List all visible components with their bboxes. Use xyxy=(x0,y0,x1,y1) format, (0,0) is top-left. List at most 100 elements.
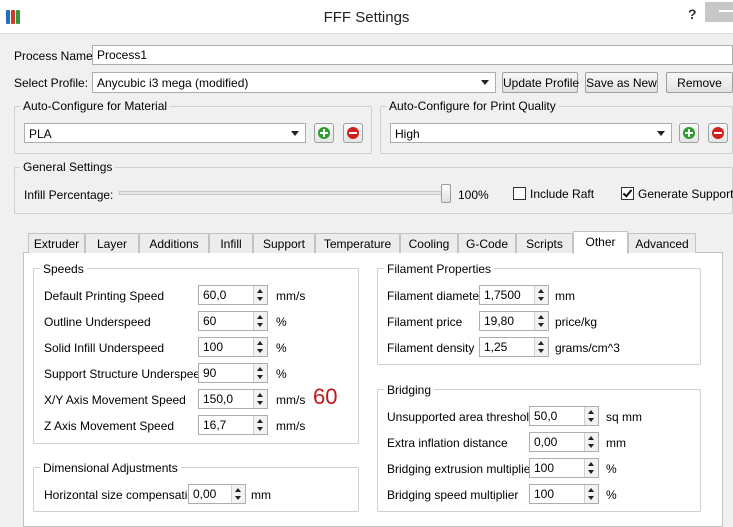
arrow-up-icon xyxy=(257,289,263,293)
arrow-up-icon xyxy=(538,289,544,293)
filament-price-label: Filament price xyxy=(387,315,463,329)
filament-price-value: 19,80 xyxy=(484,314,515,328)
quality-select[interactable]: High xyxy=(390,123,672,143)
spinner-buttons[interactable] xyxy=(253,286,267,304)
include-raft-label: Include Raft xyxy=(530,187,595,201)
default-printing-speed-input[interactable]: 60,0 xyxy=(198,285,268,305)
tab-gcode[interactable]: G-Code xyxy=(458,233,516,253)
arrow-up-icon xyxy=(588,488,594,492)
spinner-buttons[interactable] xyxy=(584,407,598,425)
tab-temperature[interactable]: Temperature xyxy=(315,233,400,253)
extra-inflation-distance-value: 0,00 xyxy=(534,435,558,449)
tab-layer[interactable]: Layer xyxy=(85,233,139,253)
arrow-down-icon xyxy=(257,323,263,327)
filament-diameter-input[interactable]: 1,7500 xyxy=(479,285,549,305)
outline-underspeed-input[interactable]: 60 xyxy=(198,311,268,331)
horizontal-size-compensation-value: 0,00 xyxy=(193,487,217,501)
tab-other[interactable]: Other xyxy=(573,231,628,254)
include-raft-checkbox[interactable] xyxy=(513,187,526,200)
unsupported-area-threshold-input[interactable]: 50,0 xyxy=(529,406,599,426)
tab-extruder[interactable]: Extruder xyxy=(28,233,85,253)
generate-support-label: Generate Support xyxy=(638,187,733,201)
z-axis-movement-speed-input[interactable]: 16,7 xyxy=(198,415,268,435)
infill-slider-handle[interactable] xyxy=(441,184,451,203)
unsupported-area-threshold-unit: sq mm xyxy=(606,410,642,424)
close-icon xyxy=(719,10,733,12)
spinner-buttons[interactable] xyxy=(231,485,245,503)
filament-density-input[interactable]: 1,25 xyxy=(479,337,549,357)
arrow-down-icon xyxy=(588,496,594,500)
arrow-down-icon xyxy=(257,427,263,431)
spinner-buttons[interactable] xyxy=(584,485,598,503)
select-profile-label: Select Profile: xyxy=(14,76,89,90)
spinner-buttons[interactable] xyxy=(584,433,598,451)
spinner-buttons[interactable] xyxy=(253,312,267,330)
arrow-down-icon xyxy=(588,444,594,448)
filament-density-unit: grams/cm^3 xyxy=(555,341,620,355)
outline-underspeed-unit: % xyxy=(276,315,287,329)
filament-density-label: Filament density xyxy=(387,341,475,355)
spinner-buttons[interactable] xyxy=(253,416,267,434)
tab-advanced[interactable]: Advanced xyxy=(628,233,696,253)
horizontal-size-compensation-label: Horizontal size compensation xyxy=(44,488,201,502)
infill-slider-track[interactable] xyxy=(119,191,451,195)
chevron-down-icon xyxy=(657,131,665,136)
profile-select[interactable]: Anycubic i3 mega (modified) xyxy=(92,72,496,93)
extra-inflation-distance-input[interactable]: 0,00 xyxy=(529,432,599,452)
remove-material-button[interactable] xyxy=(343,123,363,143)
spinner-buttons[interactable] xyxy=(253,338,267,356)
extra-inflation-distance-unit: mm xyxy=(606,436,626,450)
tab-scripts[interactable]: Scripts xyxy=(516,233,573,253)
arrow-down-icon xyxy=(538,323,544,327)
default-printing-speed-unit: mm/s xyxy=(276,289,306,303)
solid-infill-underspeed-unit: % xyxy=(276,341,287,355)
bridging-speed-multiplier-input[interactable]: 100 xyxy=(529,484,599,504)
spinner-buttons[interactable] xyxy=(584,459,598,477)
arrow-up-icon xyxy=(538,341,544,345)
add-material-button[interactable] xyxy=(314,123,334,143)
unsupported-area-threshold-value: 50,0 xyxy=(534,409,558,423)
window-title: FFF Settings xyxy=(323,9,410,26)
remove-quality-button[interactable] xyxy=(708,123,728,143)
material-group-title: Auto-Configure for Material xyxy=(20,99,171,113)
filament-title: Filament Properties xyxy=(384,262,495,276)
bridging-speed-multiplier-label: Bridging speed multiplier xyxy=(387,488,519,502)
add-quality-button[interactable] xyxy=(679,123,699,143)
spinner-buttons[interactable] xyxy=(534,286,548,304)
spinner-buttons[interactable] xyxy=(534,338,548,356)
bridging-title: Bridging xyxy=(384,383,435,397)
arrow-up-icon xyxy=(588,462,594,466)
bridging-speed-multiplier-value: 100 xyxy=(534,487,555,501)
material-select[interactable]: PLA xyxy=(24,123,306,143)
help-button[interactable]: ? xyxy=(688,6,697,22)
tab-infill[interactable]: Infill xyxy=(209,233,253,253)
close-button[interactable] xyxy=(705,2,733,22)
support-structure-underspeed-input[interactable]: 90 xyxy=(198,363,268,383)
remove-profile-button[interactable]: Remove xyxy=(666,72,733,93)
process-name-input[interactable]: Process1 xyxy=(92,45,733,65)
solid-infill-underspeed-input[interactable]: 100 xyxy=(198,337,268,357)
spinner-buttons[interactable] xyxy=(253,364,267,382)
spinner-buttons[interactable] xyxy=(534,312,548,330)
bridging-extrusion-multiplier-value: 100 xyxy=(534,461,555,475)
horizontal-size-compensation-input[interactable]: 0,00 xyxy=(188,484,246,504)
tab-cooling[interactable]: Cooling xyxy=(400,233,458,253)
update-profile-button[interactable]: Update Profile xyxy=(502,72,579,93)
infill-percentage-value: 100% xyxy=(458,188,489,202)
xy-axis-movement-speed-input[interactable]: 150,0 xyxy=(198,389,268,409)
process-name-label: Process Name: xyxy=(14,49,97,63)
spinner-buttons[interactable] xyxy=(253,390,267,408)
generate-support-checkbox[interactable] xyxy=(621,187,634,200)
save-as-new-button[interactable]: Save as New xyxy=(585,72,658,93)
tab-support[interactable]: Support xyxy=(253,233,315,253)
support-structure-underspeed-label: Support Structure Underspeed xyxy=(44,367,207,381)
filament-price-input[interactable]: 19,80 xyxy=(479,311,549,331)
xy-axis-movement-speed-label: X/Y Axis Movement Speed xyxy=(44,393,186,407)
solid-infill-underspeed-label: Solid Infill Underspeed xyxy=(44,341,165,355)
bridging-extrusion-multiplier-unit: % xyxy=(606,462,617,476)
overlay-annotation-number: 60 xyxy=(313,384,338,409)
chevron-down-icon xyxy=(291,131,299,136)
tab-additions[interactable]: Additions xyxy=(139,233,209,253)
filament-diameter-value: 1,7500 xyxy=(484,288,521,302)
bridging-extrusion-multiplier-input[interactable]: 100 xyxy=(529,458,599,478)
